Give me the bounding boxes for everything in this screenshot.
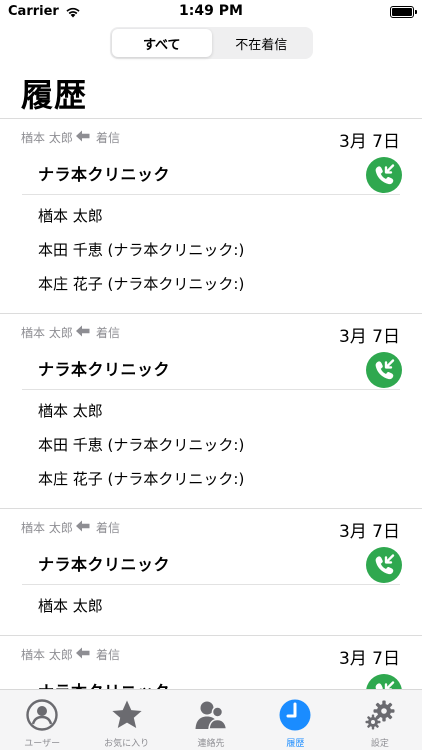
segment-all[interactable]: すべて — [112, 29, 212, 57]
tab-label: ユーザー — [24, 739, 61, 749]
contacts-icon — [194, 698, 228, 732]
call-date: 3月 7日 — [338, 327, 400, 347]
incoming-arrow-icon — [76, 325, 90, 337]
call-type-label: 着信 — [96, 648, 121, 662]
member-list: 楢本 太郎 — [0, 585, 422, 635]
caller-name: 楢本 太郎 — [21, 326, 73, 340]
call-date: 3月 7日 — [338, 522, 400, 542]
call-type-label: 着信 — [96, 131, 121, 145]
gear-icon — [363, 698, 397, 732]
incoming-arrow-icon — [76, 520, 90, 532]
member-list: 楢本 太郎 本田 千恵 (ナラ本クリニック:) 本庄 花子 (ナラ本クリニック:… — [0, 195, 422, 313]
member-item[interactable]: 楢本 太郎 — [38, 589, 422, 623]
member-item[interactable]: 本庄 花子 (ナラ本クリニック:) — [38, 267, 422, 301]
incoming-call-icon[interactable] — [366, 547, 402, 583]
history-entry[interactable]: 楢本 太郎 着信 3月 7日 ナラ本クリニック 楢本 太郎 — [0, 509, 422, 636]
member-list: 楢本 太郎 本田 千恵 (ナラ本クリニック:) 本庄 花子 (ナラ本クリニック:… — [0, 390, 422, 508]
history-entry[interactable]: 楢本 太郎 着信 3月 7日 ナラ本クリニック 楢本 太郎 本田 千恵 (ナラ本… — [0, 314, 422, 509]
group-name: ナラ本クリニック — [38, 360, 171, 379]
tab-bar: ユーザー お気に入り 連絡先 履歴 設定 — [0, 689, 422, 750]
status-time: 1:49 PM — [179, 3, 243, 19]
segment-missed[interactable]: 不在着信 — [212, 29, 312, 57]
tab-history[interactable]: 履歴 — [253, 690, 337, 750]
call-type-label: 着信 — [96, 326, 121, 340]
incoming-call-icon[interactable] — [366, 157, 402, 193]
tab-label: お気に入り — [104, 739, 150, 749]
caller-name: 楢本 太郎 — [21, 521, 73, 535]
history-entry[interactable]: 楢本 太郎 着信 3月 7日 ナラ本クリニック — [0, 636, 422, 689]
filter-segmented-control: すべて 不在着信 — [110, 27, 313, 59]
clock-icon — [278, 698, 312, 732]
tab-settings[interactable]: 設定 — [338, 690, 422, 750]
user-circle-icon — [25, 698, 59, 732]
status-bar: Carrier 1:49 PM — [0, 0, 422, 24]
member-item[interactable]: 本庄 花子 (ナラ本クリニック:) — [38, 462, 422, 496]
tab-user[interactable]: ユーザー — [0, 690, 84, 750]
group-row[interactable]: ナラ本クリニック — [22, 153, 402, 195]
tab-favorites[interactable]: お気に入り — [84, 690, 168, 750]
group-row[interactable]: ナラ本クリニック — [22, 670, 402, 689]
incoming-arrow-icon — [76, 647, 90, 659]
call-type-label: 着信 — [96, 521, 121, 535]
tab-label: 連絡先 — [197, 739, 225, 749]
incoming-call-icon[interactable] — [366, 352, 402, 388]
page-title: 履歴 — [21, 76, 88, 114]
caller-name: 楢本 太郎 — [21, 131, 73, 145]
incoming-call-icon[interactable] — [366, 674, 402, 689]
group-name: ナラ本クリニック — [38, 165, 171, 184]
group-name: ナラ本クリニック — [38, 678, 170, 689]
member-item[interactable]: 本田 千恵 (ナラ本クリニック:) — [38, 233, 422, 267]
group-row[interactable]: ナラ本クリニック — [22, 348, 402, 390]
call-date: 3月 7日 — [338, 132, 400, 152]
history-list[interactable]: 楢本 太郎 着信 3月 7日 ナラ本クリニック 楢本 太郎 本田 千恵 (ナラ本… — [0, 119, 422, 689]
star-icon — [110, 698, 144, 732]
battery-icon — [390, 6, 417, 18]
member-item[interactable]: 楢本 太郎 — [38, 394, 422, 428]
tab-label: 履歴 — [286, 739, 305, 749]
history-entry[interactable]: 楢本 太郎 着信 3月 7日 ナラ本クリニック 楢本 太郎 本田 千恵 (ナラ本… — [0, 119, 422, 314]
group-name: ナラ本クリニック — [38, 555, 171, 574]
tab-contacts[interactable]: 連絡先 — [169, 690, 253, 750]
tab-label: 設定 — [370, 739, 389, 749]
incoming-arrow-icon — [76, 130, 90, 142]
member-item[interactable]: 本田 千恵 (ナラ本クリニック:) — [38, 428, 422, 462]
call-date: 3月 7日 — [338, 649, 400, 669]
group-row[interactable]: ナラ本クリニック — [22, 543, 402, 585]
caller-name: 楢本 太郎 — [21, 648, 73, 662]
member-item[interactable]: 楢本 太郎 — [38, 199, 422, 233]
